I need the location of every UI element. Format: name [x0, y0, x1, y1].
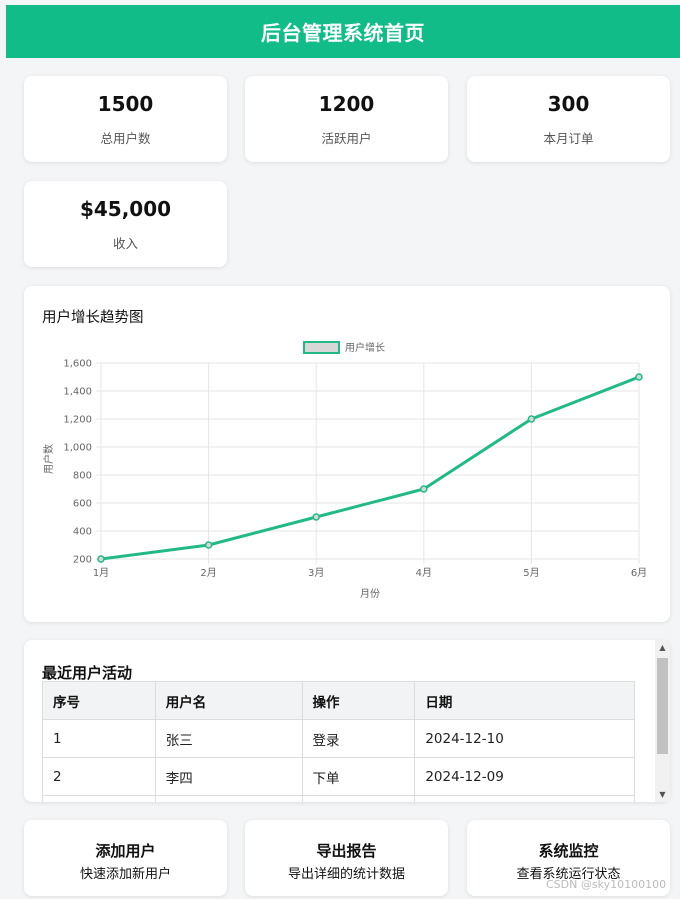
table-row: 2 李四 下单 2024-12-09: [42, 757, 635, 796]
stat-card-monthly-orders: 300 本月订单: [467, 76, 670, 162]
column-header-date: 日期: [414, 681, 635, 720]
x-axis-title: 月份: [360, 588, 380, 600]
data-point[interactable]: [204, 541, 213, 549]
stat-value: 300: [547, 91, 590, 116]
legend-label: 用户增长: [345, 341, 385, 354]
activity-scrollbar[interactable]: ▲ ▼: [655, 640, 670, 802]
chart-card: 用户增长趋势图 200 400 600 800 1,000 1,200 1,400 1,600…: [24, 286, 670, 622]
activity-card: 最近用户活动 序号 用户名 操作 日期 1 张三 登录 2024-12-10 2…: [24, 640, 670, 802]
y-tick-label: 400: [73, 527, 92, 538]
stat-label: 总用户数: [100, 130, 151, 146]
cell-empty: [42, 795, 156, 802]
column-header-username: 用户名: [154, 681, 303, 720]
action-title: 添加用户: [95, 842, 156, 860]
y-tick-label: 800: [73, 471, 92, 482]
stat-value: 1500: [97, 91, 154, 116]
cell-username: 张三: [154, 719, 303, 758]
page-title: 后台管理系统首页: [261, 21, 425, 45]
y-axis-title: 用户数: [42, 444, 55, 474]
stat-value: $45,000: [79, 196, 172, 221]
stat-card-active-users: 1200 活跃用户: [245, 76, 448, 162]
column-header-index: 序号: [42, 681, 156, 720]
y-tick-label: 1,600: [63, 359, 92, 370]
scrollbar-thumb[interactable]: [657, 658, 668, 754]
y-tick-label: 1,200: [63, 415, 92, 426]
activity-table: 序号 用户名 操作 日期 1 张三 登录 2024-12-10 2 李四 下单 …: [42, 681, 635, 802]
watermark: CSDN @sky10100100: [546, 878, 667, 891]
scroll-up-arrow-icon[interactable]: ▲: [655, 643, 670, 652]
stat-value: 1200: [318, 91, 375, 116]
export-report-button[interactable]: 导出报告 导出详细的统计数据: [245, 820, 448, 896]
x-tick-label: 1月: [93, 567, 109, 579]
add-user-button[interactable]: 添加用户 快速添加新用户: [24, 820, 227, 896]
cell-empty: [301, 795, 416, 802]
data-point[interactable]: [312, 513, 320, 521]
cell-action: 下单: [301, 757, 416, 796]
cell-username: 李四: [154, 757, 303, 796]
cell-date: 2024-12-09: [414, 757, 635, 796]
cell-date: 2024-12-10: [414, 719, 635, 758]
data-point[interactable]: [97, 555, 105, 563]
activity-title: 最近用户活动: [42, 664, 133, 682]
data-point[interactable]: [635, 373, 643, 381]
stat-label: 收入: [112, 235, 138, 251]
stat-label: 本月订单: [543, 130, 594, 146]
cell-index: 2: [42, 757, 156, 796]
x-tick-label: 4月: [416, 567, 432, 579]
cell-empty: [414, 795, 635, 802]
cell-empty: [154, 795, 303, 802]
data-point[interactable]: [527, 415, 536, 423]
action-title: 导出报告: [316, 842, 377, 860]
column-header-action: 操作: [301, 681, 416, 720]
y-tick-label: 200: [73, 555, 92, 566]
stat-label: 活跃用户: [321, 130, 372, 146]
table-header-row: 序号 用户名 操作 日期: [42, 681, 635, 720]
table-row: [42, 795, 635, 802]
stat-card-revenue: $45,000 收入: [24, 181, 227, 267]
action-title: 系统监控: [538, 842, 599, 860]
data-point[interactable]: [420, 485, 428, 493]
action-desc: 快速添加新用户: [79, 867, 171, 882]
table-row: 1 张三 登录 2024-12-10: [42, 719, 635, 758]
cell-index: 1: [42, 719, 156, 758]
scroll-down-arrow-icon[interactable]: ▼: [655, 790, 670, 799]
series-line: [100, 375, 640, 561]
x-tick-label: 2月: [200, 567, 216, 579]
cell-action: 登录: [301, 719, 416, 758]
page-header: 后台管理系统首页: [6, 5, 680, 58]
stat-card-total-users: 1500 总用户数: [24, 76, 227, 162]
x-tick-label: 6月: [631, 567, 647, 579]
x-tick-label: 3月: [308, 567, 324, 579]
y-tick-label: 1,000: [63, 443, 92, 454]
y-tick-label: 600: [73, 499, 92, 510]
x-tick-label: 5月: [523, 567, 539, 579]
action-desc: 导出详细的统计数据: [287, 867, 405, 882]
user-growth-chart: 200 400 600 800 1,000 1,200 1,400 1,600 1月 2月 3月 4月…: [42, 341, 647, 600]
y-tick-label: 1,400: [63, 387, 92, 398]
legend-swatch: [303, 341, 340, 354]
